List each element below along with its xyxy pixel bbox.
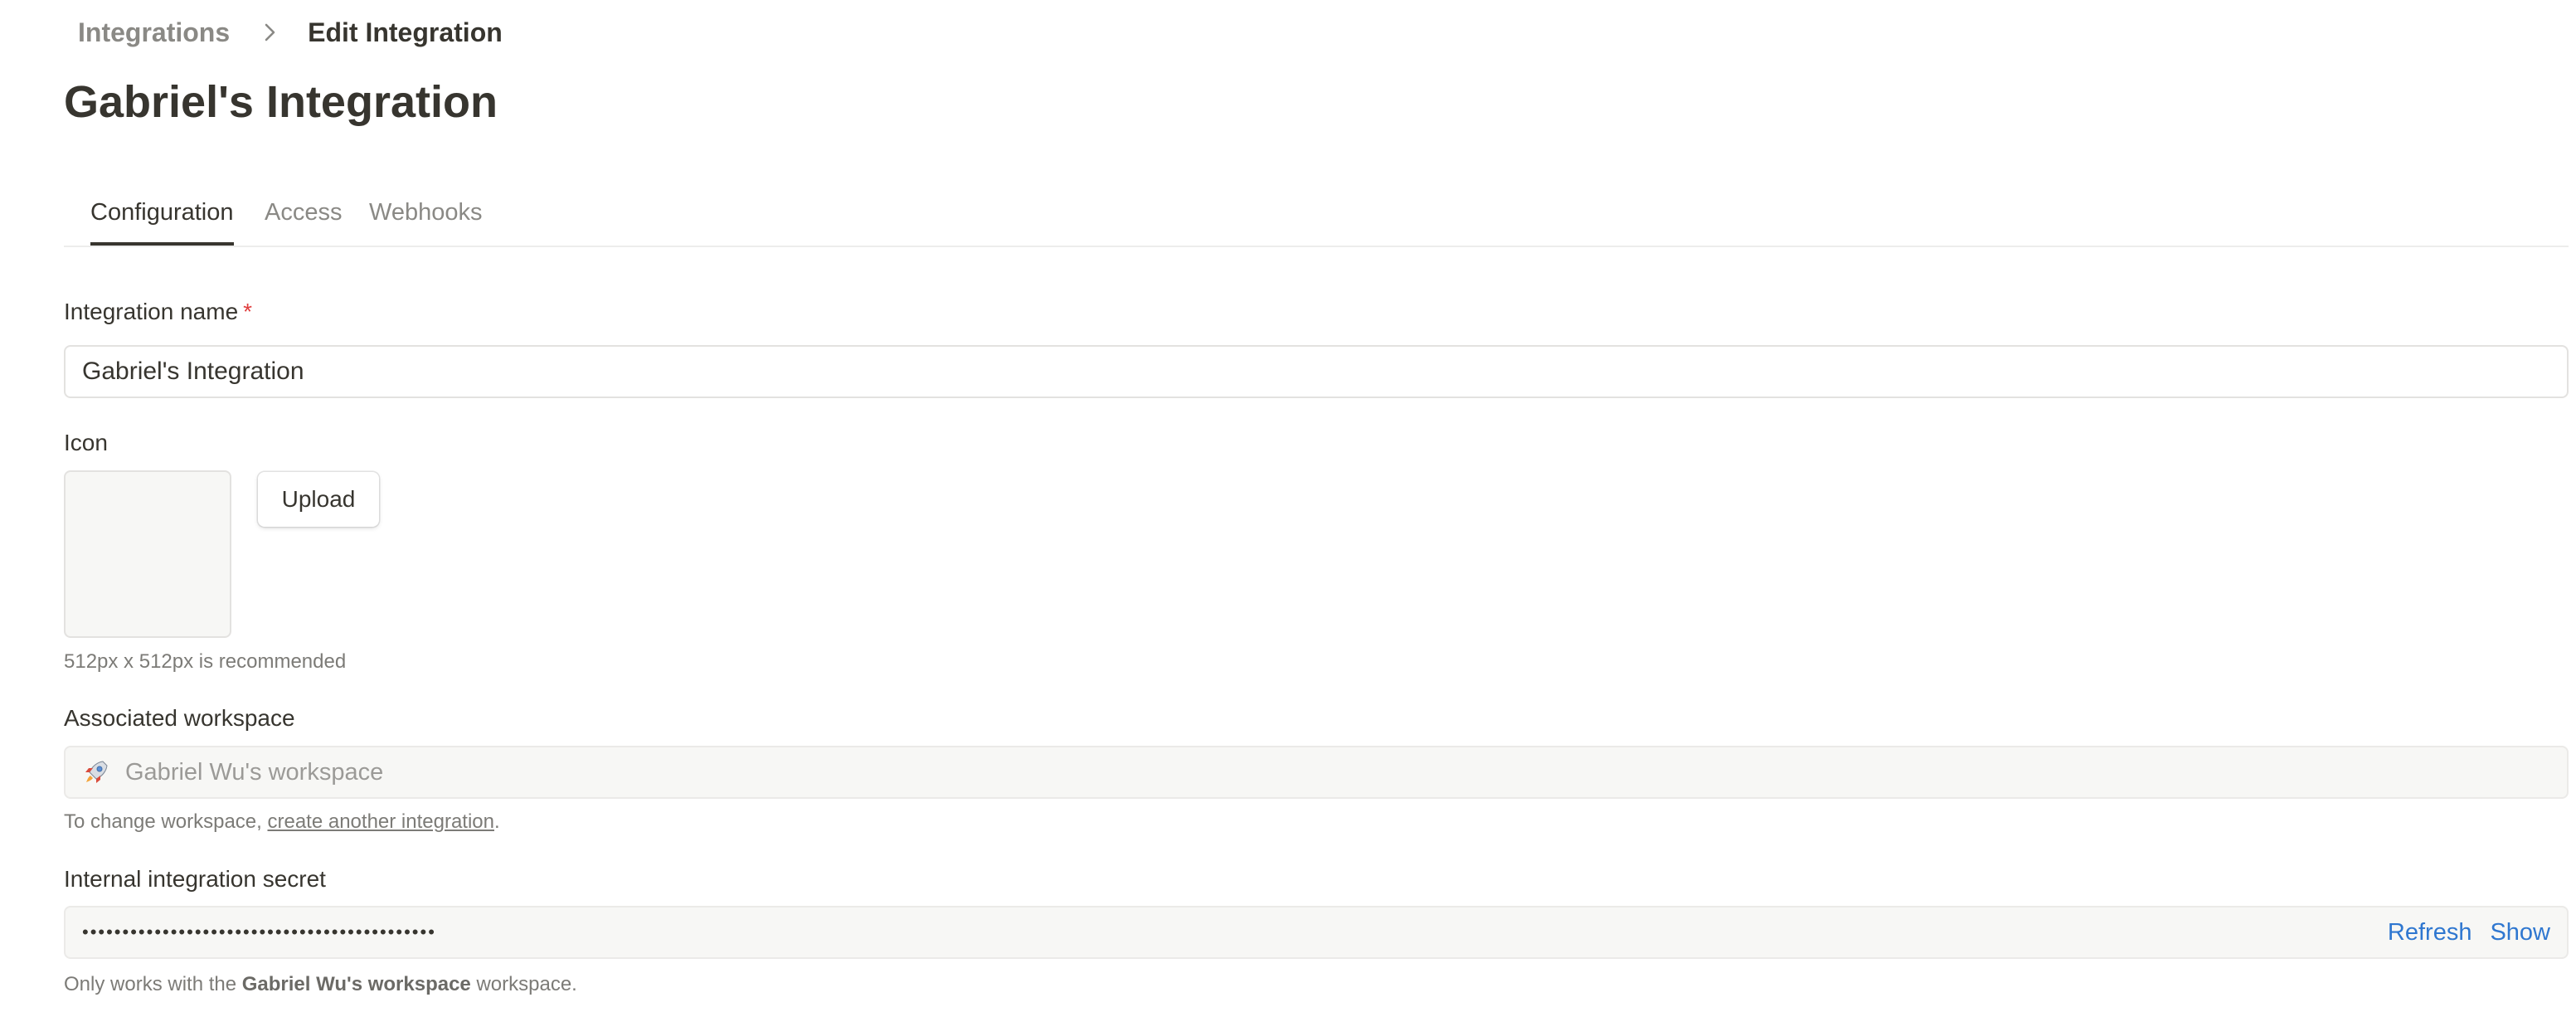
rocket-icon [85, 761, 108, 783]
tab-bar: Configuration Access Webhooks [64, 187, 2569, 247]
secret-hint-suffix: workspace. [470, 973, 577, 995]
icon-label: Icon [64, 430, 108, 455]
required-asterisk: * [243, 299, 253, 324]
chevron-right-icon [265, 23, 275, 41]
secret-hint-workspace: Gabriel Wu's workspace [241, 973, 471, 995]
secret-masked-value: ••••••••••••••••••••••••••••••••••••••••… [82, 922, 436, 942]
show-secret-button[interactable]: Show [2490, 919, 2550, 946]
tab-configuration[interactable]: Configuration [90, 187, 234, 246]
integration-secret-field: ••••••••••••••••••••••••••••••••••••••••… [64, 906, 2569, 959]
secret-hint-prefix: Only works with the [64, 973, 242, 995]
workspace-hint: To change workspace, create another inte… [64, 810, 500, 834]
breadcrumb-current: Edit Integration [308, 17, 503, 47]
associated-workspace-label: Associated workspace [64, 705, 295, 731]
upload-button[interactable]: Upload [258, 472, 379, 527]
integration-name-input[interactable] [64, 345, 2569, 398]
integration-name-label-text: Integration name [64, 299, 239, 324]
icon-size-hint: 512px x 512px is recommended [64, 650, 347, 673]
workspace-field: Gabriel Wu's workspace [64, 746, 2569, 799]
edit-integration-page: Integrations Edit Integration Gabriel's … [0, 0, 2576, 1012]
icon-preview[interactable] [64, 470, 231, 638]
workspace-name: Gabriel Wu's workspace [125, 758, 384, 786]
page-title: Gabriel's Integration [64, 77, 498, 127]
create-another-integration-link[interactable]: create another integration [267, 810, 494, 833]
breadcrumb-integrations-link[interactable]: Integrations [78, 17, 230, 48]
breadcrumb: Integrations Edit Integration [78, 15, 503, 50]
secret-hint: Only works with the Gabriel Wu's workspa… [64, 972, 577, 997]
tab-access[interactable]: Access [265, 187, 342, 244]
tab-webhooks[interactable]: Webhooks [369, 187, 483, 244]
integration-name-label: Integration name * [64, 297, 252, 327]
workspace-hint-suffix: . [494, 810, 500, 833]
integration-secret-label: Internal integration secret [64, 866, 326, 892]
workspace-hint-prefix: To change workspace, [64, 810, 268, 833]
refresh-secret-button[interactable]: Refresh [2388, 919, 2472, 946]
